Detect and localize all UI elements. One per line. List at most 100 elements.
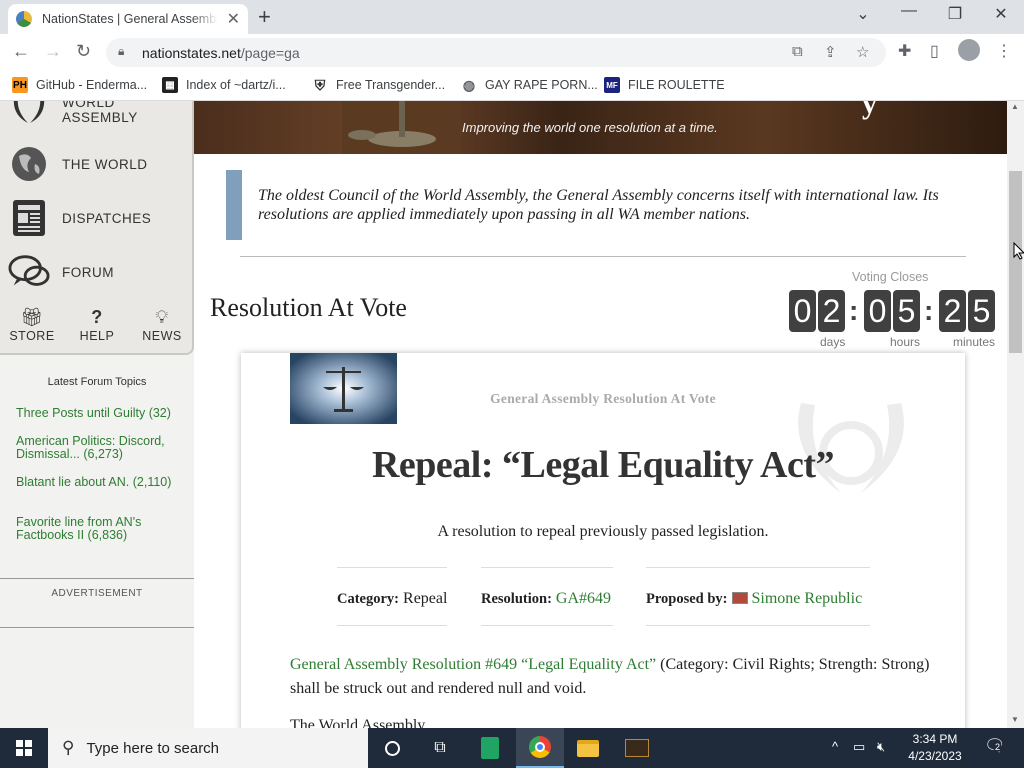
nav-store[interactable]: 🎁︎ STORE bbox=[4, 307, 60, 343]
cortana-button[interactable] bbox=[368, 728, 416, 768]
nav-label: WORLD ASSEMBLY bbox=[62, 101, 138, 125]
mf-icon: MF bbox=[604, 77, 620, 93]
ga-banner: Improving the world one resolution at a … bbox=[194, 101, 1007, 154]
proposer-nation-link[interactable]: Simone Republic bbox=[752, 590, 863, 607]
forum-topic-link[interactable]: Three Posts until Guilty (32) bbox=[16, 407, 192, 420]
close-window-button[interactable]: ✕ bbox=[978, 4, 1024, 24]
task-view-icon[interactable]: ⧉ bbox=[416, 728, 464, 768]
resolution-number-link[interactable]: GA#649 bbox=[556, 590, 611, 607]
divider bbox=[240, 256, 966, 257]
ph-icon: PH bbox=[12, 77, 28, 93]
bookmark-item[interactable]: ▦ Index of ~dartz/i... bbox=[162, 77, 286, 93]
lock-icon[interactable]: 🔒︎ bbox=[118, 44, 124, 59]
windows-taskbar: ⚲ Type here to search ⧉ ^ ▭ 🔇︎ 3:34 PM 4… bbox=[0, 728, 1024, 768]
scroll-down-arrow-icon[interactable]: ▼ bbox=[1011, 715, 1019, 724]
main-nav: WORLD ASSEMBLY THE WORLD DISPATCHES FORU… bbox=[0, 101, 194, 355]
restore-button[interactable]: ❐ bbox=[932, 4, 978, 24]
nav-help[interactable]: ? HELP bbox=[69, 307, 125, 343]
scroll-up-arrow-icon[interactable]: ▲ bbox=[1011, 102, 1019, 111]
clock-digit: 0 bbox=[864, 290, 891, 332]
bookmark-star-icon[interactable]: ☆ bbox=[856, 43, 869, 61]
bookmark-item[interactable]: PH GitHub - Enderma... bbox=[12, 77, 147, 93]
taskbar-clock[interactable]: 3:34 PM 4/23/2023 bbox=[905, 731, 965, 765]
browser-toolbar: ← → ↻ 🔒︎ nationstates.net/page=ga ⧉ ⇪ ☆ … bbox=[0, 34, 1024, 71]
side-panel-icon[interactable]: ▯ bbox=[930, 41, 939, 61]
category-value: Repeal bbox=[403, 590, 448, 607]
divider bbox=[337, 625, 447, 626]
close-tab-icon[interactable]: ✕ bbox=[227, 9, 240, 29]
grid-icon: ▦ bbox=[162, 77, 178, 93]
notification-count-badge: 2 bbox=[993, 742, 1003, 752]
scrollbar-thumb[interactable] bbox=[1009, 171, 1022, 353]
notifications-icon[interactable]: 🗨︎2 bbox=[984, 736, 1006, 756]
nav-label: THE WORLD bbox=[62, 156, 148, 172]
clock-separator: : bbox=[924, 295, 934, 326]
bookmark-item[interactable]: ⛨ Free Transgender... bbox=[312, 77, 445, 93]
voting-closes-label: Voting Closes bbox=[852, 270, 929, 284]
new-tab-button[interactable]: + bbox=[258, 4, 271, 30]
nav-forum[interactable]: FORUM bbox=[8, 251, 114, 293]
forum-topic-link[interactable]: Favorite line from AN's Factbooks II (6,… bbox=[16, 516, 192, 542]
forum-topic-link[interactable]: American Politics: Discord, Dismissal...… bbox=[16, 435, 192, 461]
network-icon[interactable]: ▭ bbox=[853, 739, 865, 755]
divider bbox=[646, 567, 870, 568]
forward-button[interactable]: → bbox=[44, 41, 62, 62]
nav-the-world[interactable]: THE WORLD bbox=[8, 143, 148, 185]
taskbar-search-box[interactable]: ⚲ Type here to search bbox=[48, 728, 368, 768]
file-explorer-icon[interactable] bbox=[564, 728, 612, 768]
tab-strip: NationStates | General Assembly ✕ + ⌄ — … bbox=[0, 0, 1024, 34]
chrome-app-icon[interactable] bbox=[516, 728, 564, 768]
back-button[interactable]: ← bbox=[12, 41, 30, 62]
nav-world-assembly[interactable]: WORLD ASSEMBLY bbox=[8, 101, 192, 131]
forum-topics-heading: Latest Forum Topics bbox=[47, 376, 147, 388]
url-text[interactable]: nationstates.net/page=ga bbox=[142, 45, 300, 61]
divider bbox=[646, 625, 870, 626]
browser-tab[interactable]: NationStates | General Assembly ✕ bbox=[8, 4, 248, 34]
divider bbox=[0, 627, 194, 628]
resolution-kicker: General Assembly Resolution At Vote bbox=[490, 391, 716, 406]
browser-menu-icon[interactable]: ⋮ bbox=[996, 41, 1012, 61]
show-hidden-icons-chevron[interactable]: ^ bbox=[832, 739, 838, 754]
game-app-icon[interactable] bbox=[613, 728, 661, 768]
nation-flag-icon bbox=[731, 592, 748, 604]
clock-unit-minutes: minutes bbox=[953, 335, 996, 349]
bookmark-item[interactable]: MF FILE ROULETTE bbox=[604, 77, 725, 93]
nav-news[interactable]: 💡︎ NEWS bbox=[134, 307, 190, 343]
divider bbox=[337, 567, 447, 568]
divider bbox=[481, 625, 613, 626]
repealed-resolution-link[interactable]: General Assembly Resolution #649 “Legal … bbox=[290, 656, 656, 673]
extensions-puzzle-icon[interactable]: ✚ bbox=[898, 41, 911, 61]
category-label: Category: bbox=[337, 591, 400, 607]
sidebar: WORLD ASSEMBLY THE WORLD DISPATCHES FORU… bbox=[0, 101, 194, 728]
resolution-number-field: Resolution: GA#649 bbox=[481, 590, 611, 608]
address-bar[interactable]: 🔒︎ nationstates.net/page=ga ⧉ ⇪ ☆ bbox=[106, 38, 886, 67]
start-button[interactable] bbox=[0, 728, 48, 768]
proposed-by-label: Proposed by: bbox=[646, 591, 728, 607]
minimize-button[interactable]: — bbox=[886, 2, 932, 20]
mouse-cursor-icon bbox=[1013, 242, 1024, 260]
resolution-card: General Assembly Resolution At Vote Repe… bbox=[241, 353, 965, 728]
nav-dispatches[interactable]: DISPATCHES bbox=[8, 197, 151, 239]
cortana-circle-icon bbox=[384, 740, 400, 756]
banner-heading-fragment: y bbox=[862, 101, 877, 120]
clock-digit: 5 bbox=[968, 290, 995, 332]
profile-avatar[interactable] bbox=[958, 39, 980, 66]
open-in-app-icon[interactable]: ⧉ bbox=[792, 43, 803, 60]
globe-icon bbox=[8, 143, 50, 185]
share-icon[interactable]: ⇪ bbox=[824, 43, 837, 61]
bookmark-label: FILE ROULETTE bbox=[628, 78, 725, 92]
clock-digit: 2 bbox=[939, 290, 966, 332]
forum-topic-link[interactable]: Blatant lie about AN. (2,110) bbox=[16, 476, 192, 489]
bookmark-item[interactable]: ◍ GAY RAPE PORN... bbox=[461, 77, 598, 93]
sheets-app-icon[interactable] bbox=[466, 728, 514, 768]
reload-button[interactable]: ↻ bbox=[76, 41, 91, 62]
tab-search-chevron-icon[interactable]: ⌄ bbox=[840, 4, 886, 24]
clock-unit-days: days bbox=[820, 335, 846, 349]
clock-date: 4/23/2023 bbox=[908, 749, 962, 763]
volume-muted-icon[interactable]: 🔇︎ bbox=[877, 739, 885, 755]
question-icon: ? bbox=[91, 307, 103, 327]
page-viewport: WORLD ASSEMBLY THE WORLD DISPATCHES FORU… bbox=[0, 101, 1024, 728]
clock-digit: 0 bbox=[789, 290, 816, 332]
page-scrollbar[interactable]: ▲ ▼ bbox=[1007, 101, 1024, 728]
divider bbox=[481, 567, 613, 568]
